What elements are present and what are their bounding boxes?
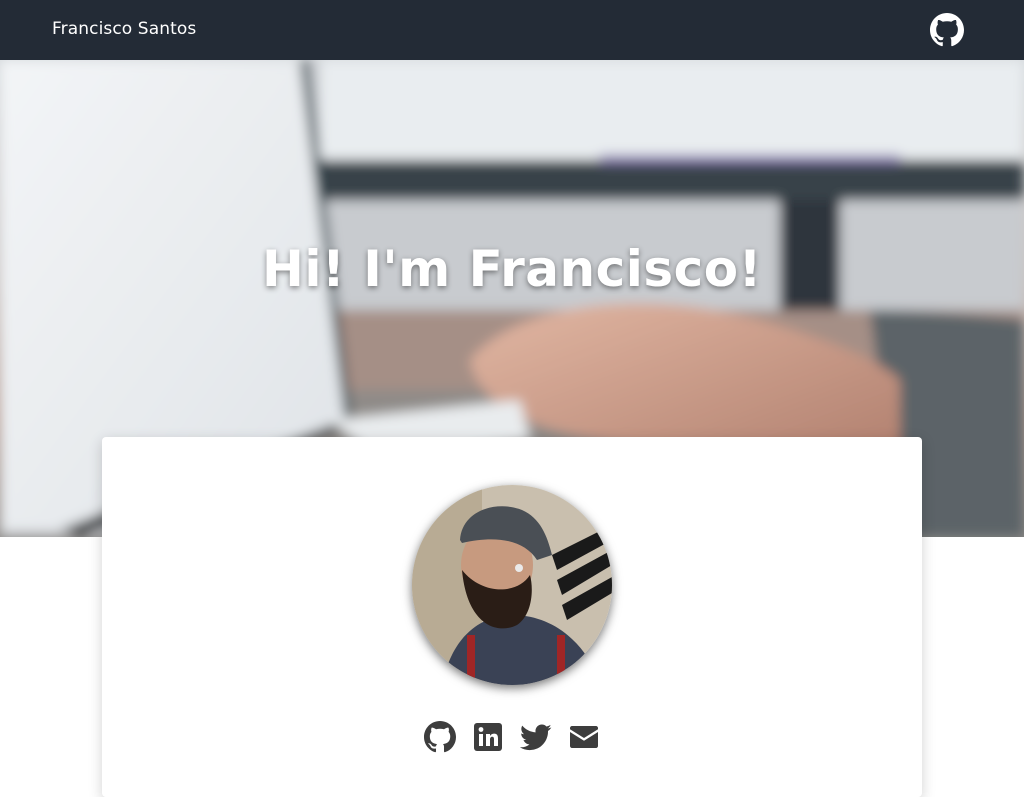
github-icon[interactable]: [930, 13, 964, 47]
github-icon[interactable]: [424, 721, 456, 753]
profile-card: [102, 437, 922, 797]
envelope-icon[interactable]: [568, 721, 600, 753]
avatar: [412, 485, 612, 685]
hero-title: Hi! I'm Francisco!: [262, 240, 762, 298]
linkedin-icon[interactable]: [472, 721, 504, 753]
social-links: [102, 721, 922, 757]
twitter-icon[interactable]: [520, 721, 552, 753]
navbar: Francisco Santos: [0, 0, 1024, 60]
brand-link[interactable]: Francisco Santos: [52, 19, 196, 39]
